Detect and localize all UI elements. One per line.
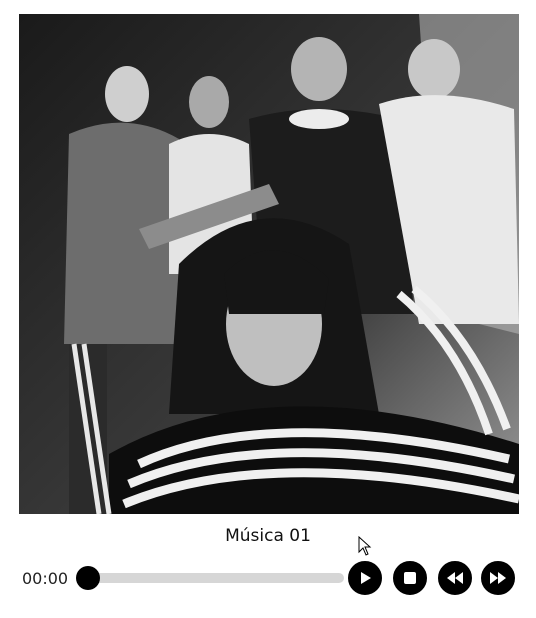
mouse-pointer-icon [358, 536, 372, 556]
album-cover-image [19, 14, 519, 514]
stop-button[interactable] [393, 561, 427, 595]
progress-thumb[interactable] [76, 566, 100, 590]
song-title: Música 01 [225, 526, 311, 546]
progress-bar[interactable] [76, 566, 344, 590]
player-controls: 00:00 [22, 561, 522, 597]
music-player: Música 01 00:00 [0, 0, 536, 618]
album-cover-art [19, 14, 519, 514]
rewind-icon [447, 572, 463, 584]
previous-button[interactable] [438, 561, 472, 595]
next-button[interactable] [481, 561, 515, 595]
stop-icon [404, 572, 416, 584]
play-button[interactable] [348, 561, 382, 595]
fast-forward-icon [490, 572, 506, 584]
current-time: 00:00 [22, 569, 69, 588]
play-icon [361, 572, 371, 584]
